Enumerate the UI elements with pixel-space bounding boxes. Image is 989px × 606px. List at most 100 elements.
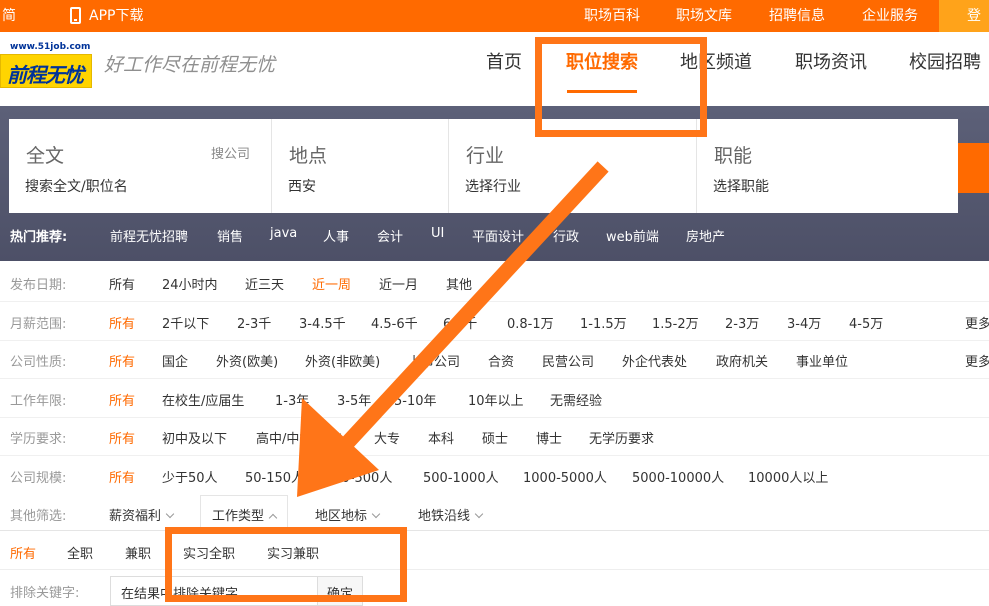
date-option[interactable]: 近一月 [379, 274, 418, 293]
company-type-label: 公司性质: [10, 355, 67, 370]
education-option[interactable]: 高中/中技/中专 [256, 428, 343, 447]
company-type-option[interactable]: 国企 [162, 351, 188, 370]
salary-option[interactable]: 6-8千 [443, 313, 477, 332]
date-option[interactable]: 近三天 [245, 274, 284, 293]
company-type-option[interactable]: 民营公司 [542, 351, 594, 370]
company-type-option[interactable]: 外资(非欧美) [305, 351, 380, 370]
salary-option[interactable]: 2千以下 [162, 313, 209, 332]
education-option[interactable]: 初中及以下 [162, 428, 227, 447]
company-size-option[interactable]: 50-150人 [245, 467, 304, 486]
salary-option[interactable]: 0.8-1万 [507, 313, 554, 332]
education-option[interactable]: 本科 [428, 428, 454, 447]
function-title: 职能 [714, 145, 753, 167]
location-field[interactable]: 地点 西安 [272, 119, 449, 213]
chevron-up-icon [268, 513, 278, 523]
education-option[interactable]: 硕士 [482, 428, 508, 447]
hot-item[interactable]: 房地产 [686, 226, 725, 245]
function-select[interactable]: 选择职能 [713, 176, 769, 196]
date-option[interactable]: 其他 [446, 274, 472, 293]
nav-campus[interactable]: 校园招聘 [909, 48, 981, 74]
company-type-option[interactable]: 事业单位 [796, 351, 848, 370]
salary-option[interactable]: 1-1.5万 [580, 313, 627, 332]
hot-label: 热门推荐: [10, 230, 68, 245]
salary-option-selected[interactable]: 所有 [109, 313, 135, 332]
company-type-option[interactable]: 政府机关 [716, 351, 768, 370]
nav-news[interactable]: 职场资讯 [795, 48, 867, 74]
site-logo[interactable]: www.51job.com 前程无忧 [0, 42, 92, 88]
tab-landmark[interactable]: 地区地标 [315, 505, 381, 524]
app-download-link[interactable]: APP下载 [89, 0, 143, 32]
experience-option[interactable]: 3-5年 [337, 390, 371, 409]
job-type-option[interactable]: 兼职 [125, 543, 151, 562]
company-size-option[interactable]: 1000-5000人 [523, 467, 607, 486]
login-button[interactable]: 登 [939, 0, 989, 32]
location-title: 地点 [289, 145, 328, 167]
experience-option[interactable]: 5-10年 [394, 390, 437, 409]
experience-option[interactable]: 10年以上 [468, 390, 524, 409]
job-type-option-selected[interactable]: 所有 [10, 543, 36, 562]
company-type-option[interactable]: 外资(欧美) [216, 351, 278, 370]
fulltext-input[interactable]: 搜索全文/职位名 [25, 176, 128, 196]
company-size-option[interactable]: 150-500人 [325, 467, 392, 486]
company-size-option-selected[interactable]: 所有 [109, 467, 135, 486]
company-size-label: 公司规模: [10, 471, 67, 486]
salary-option[interactable]: 2-3万 [725, 313, 759, 332]
salary-option[interactable]: 1.5-2万 [652, 313, 699, 332]
job-type-option[interactable]: 全职 [67, 543, 93, 562]
nav-home[interactable]: 首页 [486, 48, 522, 74]
fulltext-field[interactable]: 全文 搜公司 搜索全文/职位名 [9, 119, 272, 213]
company-type-option-selected[interactable]: 所有 [109, 351, 135, 370]
industry-select[interactable]: 选择行业 [465, 176, 521, 196]
tab-benefits[interactable]: 薪资福利 [109, 505, 175, 524]
date-option[interactable]: 24小时内 [162, 274, 218, 293]
education-option[interactable]: 无学历要求 [589, 428, 654, 447]
education-option-selected[interactable]: 所有 [109, 428, 135, 447]
company-size-option[interactable]: 500-1000人 [423, 467, 499, 486]
search-company-link[interactable]: 搜公司 [211, 143, 250, 162]
salary-option[interactable]: 3-4万 [787, 313, 821, 332]
company-type-option[interactable]: 上市公司 [408, 351, 460, 370]
tab-job-type[interactable]: 工作类型 [212, 505, 278, 524]
fulltext-title: 全文 [26, 145, 65, 167]
function-field[interactable]: 职能 选择职能 [697, 119, 958, 213]
hot-item[interactable]: 前程无忧招聘 [110, 226, 188, 245]
top-link-library[interactable]: 职场文库 [676, 0, 732, 32]
company-size-option[interactable]: 少于50人 [162, 467, 218, 486]
company-type-option[interactable]: 合资 [488, 351, 514, 370]
hot-item[interactable]: java [270, 226, 297, 241]
hot-item[interactable]: 平面设计 [472, 226, 524, 245]
salary-option[interactable]: 2-3千 [237, 313, 271, 332]
education-label: 学历要求: [10, 432, 67, 447]
location-value[interactable]: 西安 [288, 176, 316, 196]
hot-item[interactable]: web前端 [606, 226, 659, 245]
hot-item[interactable]: 会计 [377, 226, 403, 245]
top-link-jobs[interactable]: 招聘信息 [769, 0, 825, 32]
hot-item[interactable]: UI [431, 226, 444, 241]
education-option[interactable]: 大专 [374, 428, 400, 447]
company-size-option[interactable]: 10000人以上 [748, 467, 828, 486]
hot-item[interactable]: 销售 [217, 226, 243, 245]
experience-option[interactable]: 在校生/应届生 [162, 390, 244, 409]
date-option-selected[interactable]: 近一周 [312, 274, 351, 293]
salary-option[interactable]: 3-4.5千 [299, 313, 346, 332]
experience-option-selected[interactable]: 所有 [109, 390, 135, 409]
slogan: 好工作尽在前程无忧 [104, 54, 276, 76]
company-type-more-link[interactable]: 更多 [965, 351, 989, 370]
experience-option[interactable]: 1-3年 [275, 390, 309, 409]
education-option[interactable]: 博士 [536, 428, 562, 447]
top-link-encyclopedia[interactable]: 职场百科 [584, 0, 640, 32]
salary-option[interactable]: 4-5万 [849, 313, 883, 332]
salary-more-link[interactable]: 更多 [965, 313, 989, 332]
simplified-toggle[interactable]: 简 [2, 0, 16, 32]
hot-item[interactable]: 人事 [323, 226, 349, 245]
hot-item[interactable]: 行政 [553, 226, 579, 245]
search-button[interactable] [958, 143, 989, 193]
company-type-option[interactable]: 外企代表处 [622, 351, 687, 370]
experience-option[interactable]: 无需经验 [550, 390, 602, 409]
top-link-enterprise[interactable]: 企业服务 [862, 0, 918, 32]
other-filter-label: 其他筛选: [10, 509, 67, 524]
company-size-option[interactable]: 5000-10000人 [632, 467, 724, 486]
date-option[interactable]: 所有 [109, 274, 135, 293]
tab-subway[interactable]: 地铁沿线 [418, 505, 484, 524]
salary-option[interactable]: 4.5-6千 [371, 313, 418, 332]
